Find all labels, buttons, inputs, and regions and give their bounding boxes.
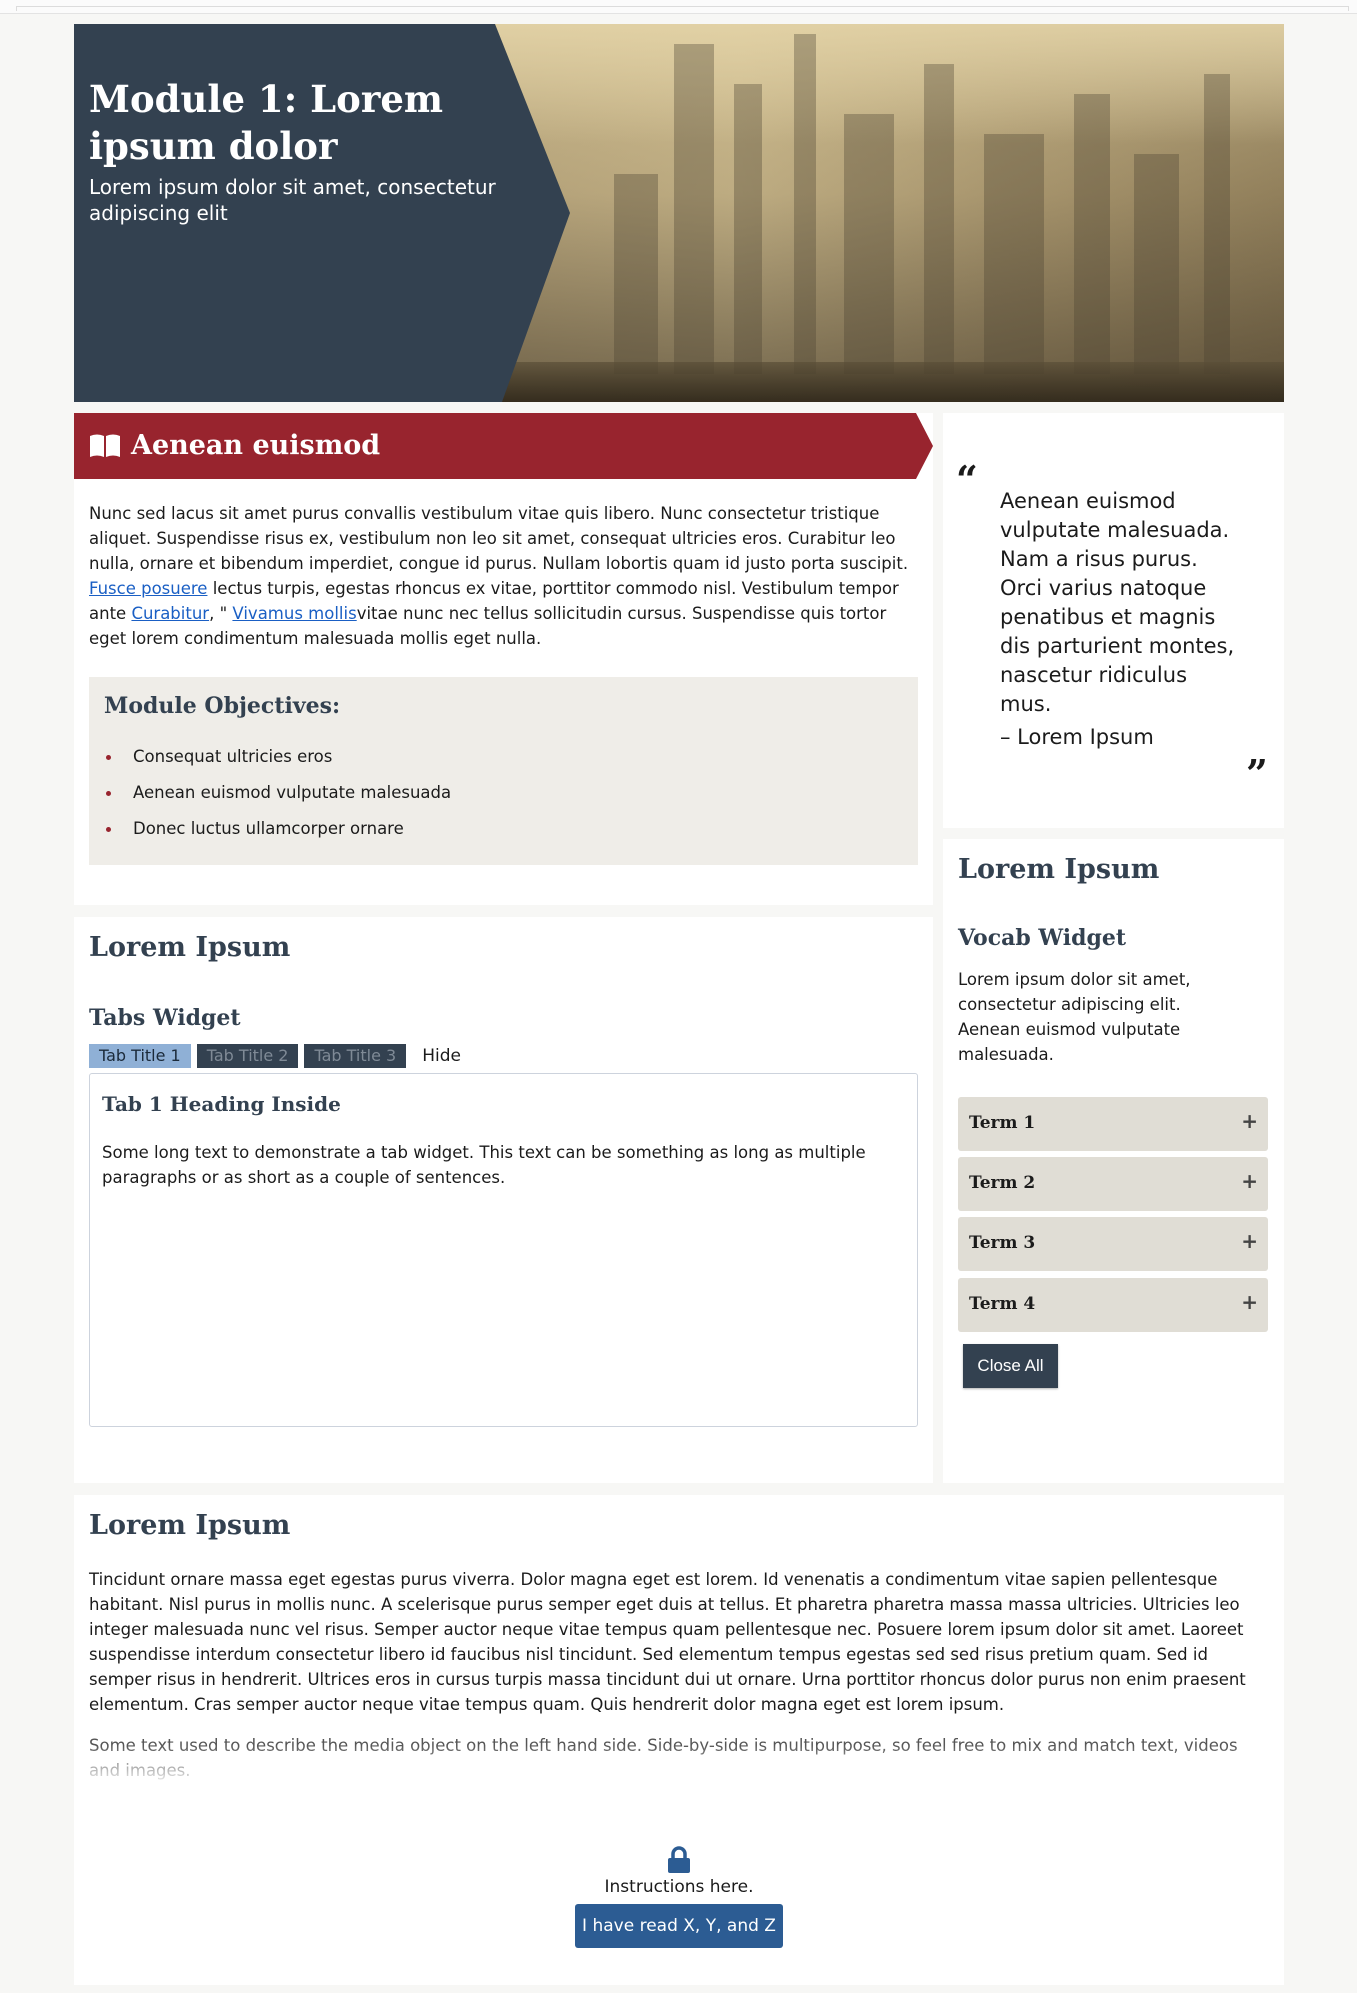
lock-icon — [668, 1846, 690, 1873]
hero-image-building — [1204, 74, 1230, 374]
quote-card: “ Aenean euismod vulputate malesuada. Na… — [943, 413, 1284, 828]
section-heading: Lorem Ipsum — [89, 932, 291, 963]
fade-overlay — [74, 1745, 1284, 1785]
vocab-description: Lorem ipsum dolor sit amet, consectetur … — [958, 970, 1191, 1064]
quote-author: – Lorem Ipsum — [1000, 725, 1154, 749]
tab-1[interactable]: Tab Title 1 — [89, 1044, 191, 1068]
tabs-widget-title: Tabs Widget — [89, 1005, 241, 1031]
vocab-widget-title: Vocab Widget — [958, 925, 1127, 951]
objective-item: Consequat ultricies eros — [104, 739, 451, 775]
term-label: Term 1 — [969, 1113, 1036, 1133]
objectives-title: Module Objectives: — [104, 693, 341, 719]
plus-icon: + — [1241, 1229, 1258, 1253]
term-label: Term 2 — [969, 1173, 1036, 1193]
objectives-box: Module Objectives: Consequat ultricies e… — [89, 677, 918, 865]
hero-image-building — [1074, 94, 1110, 374]
section-heading: Lorem Ipsum — [89, 1510, 291, 1541]
term-label: Term 3 — [969, 1233, 1036, 1253]
section-banner: Aenean euismod — [74, 413, 933, 479]
close-all-button[interactable]: Close All — [963, 1344, 1058, 1388]
hero-image-building — [614, 174, 658, 374]
objective-item: Aenean euismod vulputate malesuada — [104, 775, 451, 811]
tab-bar: Tab Title 1 Tab Title 2 Tab Title 3 Hide — [89, 1044, 461, 1068]
section-title: Aenean euismod — [131, 430, 381, 461]
confirm-read-button[interactable]: I have read X, Y, and Z — [575, 1904, 783, 1948]
tab-panel-text: Some long text to demonstrate a tab widg… — [102, 1143, 866, 1187]
hero-image-building — [984, 134, 1044, 374]
plus-icon: + — [1241, 1290, 1258, 1314]
hero-image-building — [794, 34, 816, 374]
term-label: Term 4 — [969, 1294, 1036, 1314]
hero-image-building — [1134, 154, 1179, 374]
hero-image-building — [674, 44, 714, 374]
tab-panel-heading: Tab 1 Heading Inside — [102, 1092, 341, 1116]
quote-text: Aenean euismod vulputate malesuada. Nam … — [1000, 489, 1235, 716]
tabs-card: Lorem Ipsum Tabs Widget Tab Title 1 Tab … — [74, 917, 933, 1483]
hero-title-panel: Module 1: Lorem ipsum dolor Lorem ipsum … — [74, 24, 570, 402]
browser-top-strip — [0, 0, 1357, 14]
section-heading: Lorem Ipsum — [958, 854, 1160, 885]
vocab-term-1[interactable]: Term 1 + — [958, 1097, 1268, 1151]
page-title: Module 1: Lorem ipsum dolor — [89, 77, 444, 168]
vocab-term-2[interactable]: Term 2 + — [958, 1157, 1268, 1211]
bottom-paragraph: Tincidunt ornare massa eget egestas puru… — [89, 1570, 1246, 1714]
vocab-term-3[interactable]: Term 3 + — [958, 1217, 1268, 1271]
curabitur-link[interactable]: Curabitur — [131, 604, 209, 623]
hero-image-building — [844, 114, 894, 374]
plus-icon: + — [1241, 1109, 1258, 1133]
tab-2[interactable]: Tab Title 2 — [196, 1044, 299, 1068]
hero-banner: Module 1: Lorem ipsum dolor Lorem ipsum … — [74, 24, 1284, 402]
bottom-card: Lorem Ipsum Tincidunt ornare massa eget … — [74, 1495, 1284, 1985]
vivamus-mollis-link[interactable]: Vivamus mollis — [232, 604, 356, 623]
intro-card: Aenean euismod Nunc sed lacus sit amet p… — [74, 413, 933, 905]
objectives-list: Consequat ultricies eros Aenean euismod … — [104, 739, 451, 847]
hero-image-building — [734, 84, 762, 374]
objective-item: Donec luctus ullamcorper ornare — [104, 811, 451, 847]
text-span: , " — [209, 604, 233, 623]
tab-3[interactable]: Tab Title 3 — [304, 1044, 407, 1068]
vocab-term-4[interactable]: Term 4 + — [958, 1278, 1268, 1332]
hero-image-building — [924, 64, 954, 374]
page-subtitle: Lorem ipsum dolor sit amet, consectetur … — [89, 175, 496, 225]
intro-paragraph: Nunc sed lacus sit amet purus convallis … — [89, 501, 918, 651]
hide-tabs-button[interactable]: Hide — [412, 1044, 461, 1068]
instructions-text: Instructions here. — [604, 1877, 754, 1897]
open-quote-icon: “ — [956, 457, 978, 502]
plus-icon: + — [1241, 1169, 1258, 1193]
fusce-posuere-link[interactable]: Fusce posuere — [89, 579, 207, 598]
vocab-card: Lorem Ipsum Vocab Widget Lorem ipsum dol… — [943, 839, 1284, 1483]
open-book-icon — [90, 434, 120, 457]
tab-panel: Tab 1 Heading Inside Some long text to d… — [89, 1073, 918, 1427]
close-quote-icon: ” — [1246, 751, 1268, 796]
text-span: Nunc sed lacus sit amet purus convallis … — [89, 504, 909, 573]
